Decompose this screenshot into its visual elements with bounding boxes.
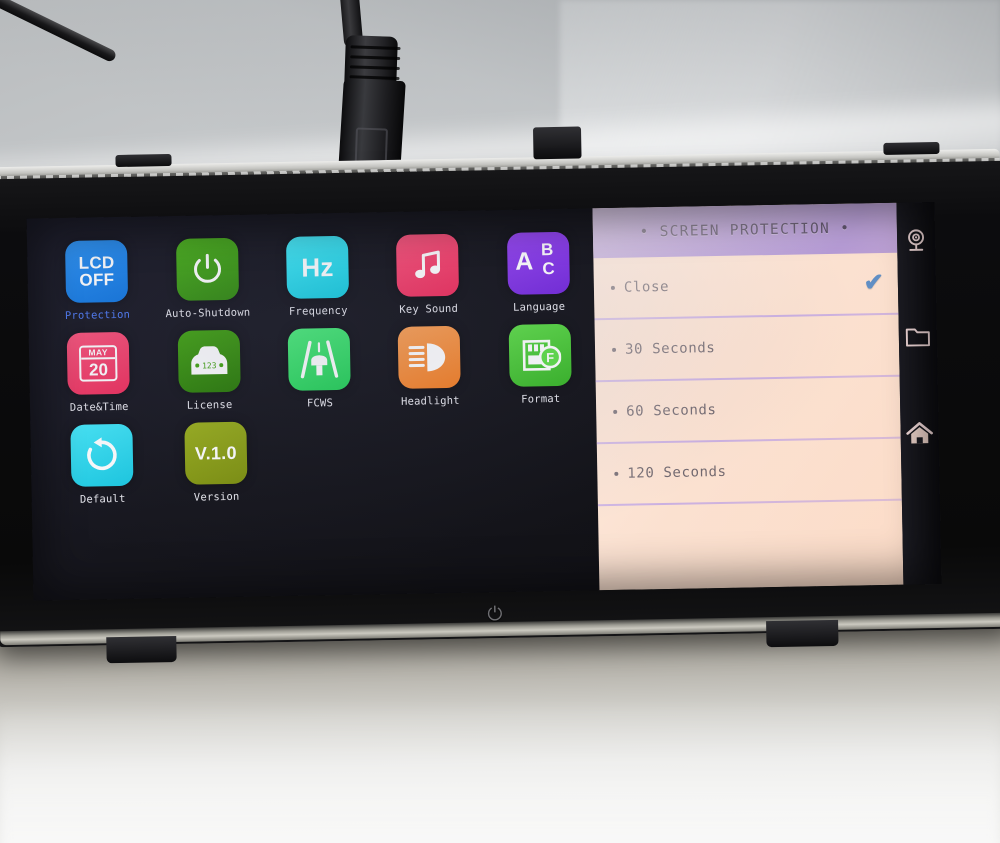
side-dock: [896, 202, 942, 585]
menu-item-version[interactable]: V.1.0 Version: [158, 410, 274, 504]
menu-item-format[interactable]: F Format: [484, 312, 596, 406]
panel-option-30-seconds[interactable]: 30 Seconds: [594, 314, 900, 383]
abc-letter-b: B: [540, 240, 554, 260]
mount-clip-bottom-right: [766, 619, 839, 648]
usb-plug: [338, 35, 406, 185]
hertz-icon[interactable]: Hz: [285, 235, 350, 299]
settings-icon-grid: LCD OFF Protection Auto-Shutdown Hz Freq…: [26, 208, 600, 601]
screen-protection-panel: • SCREEN PROTECTION • Close ✔ 30 Seconds…: [592, 202, 904, 591]
grid-row-3: Default V.1.0 Version: [44, 404, 598, 506]
menu-item-date-time[interactable]: MAY 20 Date&Time: [42, 320, 154, 414]
menu-label-version: Version: [193, 490, 240, 504]
menu-item-license[interactable]: 123 License: [153, 318, 265, 412]
power-icon[interactable]: [175, 237, 239, 301]
menu-item-headlight[interactable]: Headlight: [374, 314, 486, 408]
bullet-icon: [614, 471, 619, 476]
panel-title: • SCREEN PROTECTION •: [592, 202, 898, 259]
headlight-glyph: [408, 343, 446, 372]
panel-option-label: 30 Seconds: [624, 340, 716, 358]
sd-format-icon[interactable]: F: [508, 323, 572, 387]
calendar-glyph: MAY 20: [79, 345, 118, 382]
calendar-month: MAY: [81, 347, 116, 360]
headlight-icon[interactable]: [398, 325, 462, 389]
check-icon: ✔: [863, 268, 885, 297]
menu-item-key-sound[interactable]: Key Sound: [372, 222, 484, 316]
panel-option-label: 60 Seconds: [626, 402, 717, 420]
panel-option-120-seconds[interactable]: 120 Seconds: [596, 438, 902, 507]
panel-empty-row: [598, 501, 903, 569]
cable-left: [0, 0, 118, 64]
mount-clip-top-left: [115, 153, 172, 168]
reset-glyph: [87, 437, 117, 471]
abc-icon[interactable]: A B C: [506, 231, 570, 295]
menu-item-language[interactable]: A B C Language: [482, 220, 594, 314]
panel-option-label: Close: [623, 278, 670, 296]
menu-label-default: Default: [79, 492, 126, 506]
grid-row-2: MAY 20 Date&Time 123 License FCWS Headli…: [42, 312, 596, 414]
panel-option-list: Close ✔ 30 Seconds 60 Seconds 120 Second…: [593, 252, 903, 569]
menu-label-format: Format: [521, 392, 561, 406]
car-glyph: 123: [190, 346, 228, 375]
mount-clip-bottom-left: [106, 635, 177, 664]
mount-clip-top-center: [532, 126, 582, 160]
menu-item-auto-shutdown[interactable]: Auto-Shutdown: [151, 226, 263, 320]
lcd-screen: LCD OFF Protection Auto-Shutdown Hz Freq…: [26, 202, 942, 601]
road-glyph: [300, 340, 339, 379]
menu-item-fcws[interactable]: FCWS: [263, 316, 375, 410]
lcd-off-icon[interactable]: LCD OFF: [65, 239, 129, 303]
format-badge-text: F: [546, 350, 554, 365]
music-note-icon[interactable]: [396, 233, 460, 297]
menu-item-default[interactable]: Default: [44, 412, 160, 506]
bullet-icon: [613, 409, 618, 414]
photo-scene: LCD OFF Protection Auto-Shutdown Hz Freq…: [0, 0, 1000, 843]
bullet-icon: [612, 347, 617, 352]
home-icon[interactable]: [902, 416, 937, 451]
panel-option-60-seconds[interactable]: 60 Seconds: [595, 376, 901, 445]
mount-clip-top-right: [883, 141, 940, 155]
reset-arrow-icon[interactable]: [70, 423, 134, 487]
table-highlight: [0, 700, 1000, 843]
folder-icon[interactable]: [901, 320, 936, 355]
panel-option-close[interactable]: Close ✔: [593, 252, 899, 321]
hertz-label: Hz: [301, 251, 334, 283]
power-glyph: [193, 253, 221, 283]
license-plate-text: 123: [202, 361, 217, 370]
menu-label-fcws: FCWS: [306, 397, 334, 410]
car-plate-icon[interactable]: 123: [177, 329, 241, 393]
menu-item-protection[interactable]: LCD OFF Protection: [41, 228, 153, 322]
camera-icon[interactable]: [899, 224, 934, 259]
dashcam-device: LCD OFF Protection Auto-Shutdown Hz Freq…: [0, 126, 1000, 664]
calendar-icon[interactable]: MAY 20: [66, 331, 130, 395]
sd-card-glyph: F: [522, 339, 562, 371]
bullet-icon: [610, 285, 615, 290]
road-lane-icon[interactable]: [287, 327, 351, 391]
version-text: V.1.0: [194, 442, 238, 464]
panel-option-label: 120 Seconds: [627, 463, 727, 482]
abc-letter-c: C: [542, 258, 556, 279]
abc-letter-a: A: [515, 247, 534, 276]
grid-row-1: LCD OFF Protection Auto-Shutdown Hz Freq…: [41, 220, 595, 322]
calendar-day: 20: [88, 360, 109, 380]
menu-item-frequency[interactable]: Hz Frequency: [262, 224, 374, 318]
menu-label-headlight: Headlight: [400, 394, 460, 408]
version-icon[interactable]: V.1.0: [184, 421, 248, 485]
music-note-glyph: [415, 250, 441, 279]
